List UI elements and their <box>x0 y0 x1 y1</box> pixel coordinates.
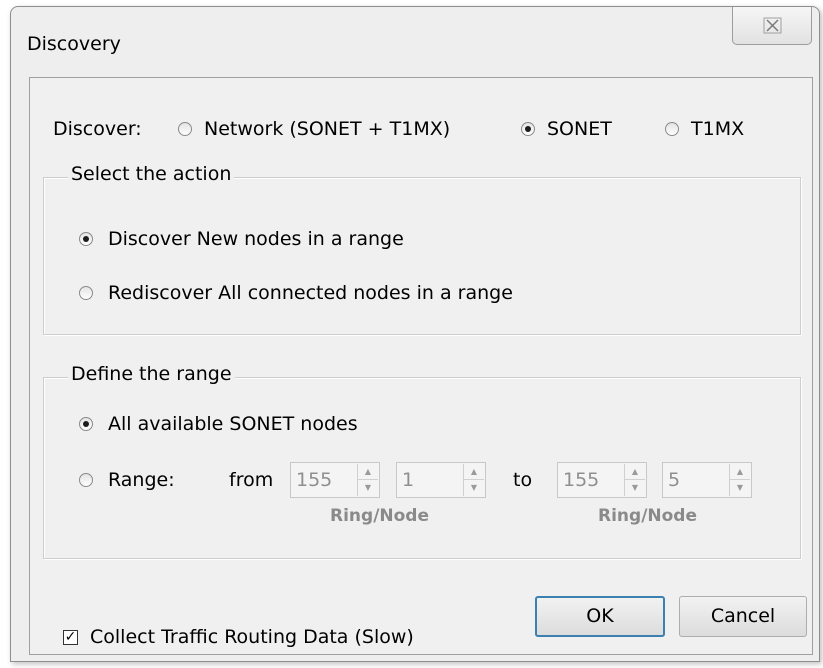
from-ring-spinner[interactable]: 155 ▲ ▼ <box>290 462 380 498</box>
to-ring-spinner[interactable]: 155 ▲ ▼ <box>557 462 647 498</box>
to-ring-node-label: Ring/Node <box>598 506 698 526</box>
spin-down-icon[interactable]: ▼ <box>730 479 750 495</box>
radio-discover-new-label[interactable]: Discover New nodes in a range <box>108 228 404 250</box>
range-group-title: Define the range <box>68 363 235 385</box>
from-node-spinner[interactable]: 1 ▲ ▼ <box>396 462 486 498</box>
radio-all-sonet-nodes[interactable] <box>79 417 93 431</box>
to-label: to <box>513 469 533 491</box>
spin-up-icon[interactable]: ▲ <box>625 464 645 479</box>
spin-up-icon[interactable]: ▲ <box>464 464 484 479</box>
close-button[interactable] <box>732 7 812 45</box>
radio-rediscover-all[interactable] <box>79 286 93 300</box>
from-ring-node-label: Ring/Node <box>330 506 430 526</box>
radio-network[interactable] <box>178 122 192 136</box>
spin-down-icon[interactable]: ▼ <box>625 479 645 495</box>
from-ring-value: 155 <box>296 469 333 491</box>
from-label: from <box>229 469 274 491</box>
dialog-client-area: Discover: Network (SONET + T1MX) SONET T… <box>29 77 813 655</box>
to-node-spinner[interactable]: 5 ▲ ▼ <box>662 462 752 498</box>
radio-sonet[interactable] <box>521 122 535 136</box>
cancel-button[interactable]: Cancel <box>679 596 807 637</box>
radio-discover-new[interactable] <box>79 232 93 246</box>
radio-rediscover-all-label[interactable]: Rediscover All connected nodes in a rang… <box>108 282 513 304</box>
radio-t1mx[interactable] <box>665 122 679 136</box>
radio-range[interactable] <box>79 473 93 487</box>
spin-up-icon[interactable]: ▲ <box>358 464 378 479</box>
collect-traffic-checkbox[interactable]: ✓ <box>63 630 78 645</box>
radio-all-sonet-nodes-label[interactable]: All available SONET nodes <box>108 413 358 435</box>
ok-button[interactable]: OK <box>535 596 665 637</box>
to-ring-arrows[interactable]: ▲ ▼ <box>624 464 645 496</box>
collect-traffic-label[interactable]: Collect Traffic Routing Data (Slow) <box>90 626 414 648</box>
spin-up-icon[interactable]: ▲ <box>730 464 750 479</box>
to-ring-value: 155 <box>563 469 600 491</box>
action-groupbox <box>43 177 801 335</box>
close-icon <box>763 17 782 34</box>
radio-t1mx-label[interactable]: T1MX <box>691 118 744 140</box>
from-ring-arrows[interactable]: ▲ ▼ <box>357 464 378 496</box>
to-node-value: 5 <box>668 469 681 491</box>
to-node-arrows[interactable]: ▲ ▼ <box>729 464 750 496</box>
discover-label: Discover: <box>53 118 142 140</box>
spin-down-icon[interactable]: ▼ <box>464 479 484 495</box>
dialog-title: Discovery <box>27 33 121 55</box>
action-group-title: Select the action <box>68 163 235 185</box>
from-node-arrows[interactable]: ▲ ▼ <box>463 464 484 496</box>
discovery-dialog: Discovery Discover: Network (SONET + T1M… <box>10 6 820 662</box>
spin-down-icon[interactable]: ▼ <box>358 479 378 495</box>
from-node-value: 1 <box>402 469 415 491</box>
radio-network-label[interactable]: Network (SONET + T1MX) <box>204 118 450 140</box>
radio-range-label[interactable]: Range: <box>108 469 175 491</box>
radio-sonet-label[interactable]: SONET <box>547 118 612 140</box>
